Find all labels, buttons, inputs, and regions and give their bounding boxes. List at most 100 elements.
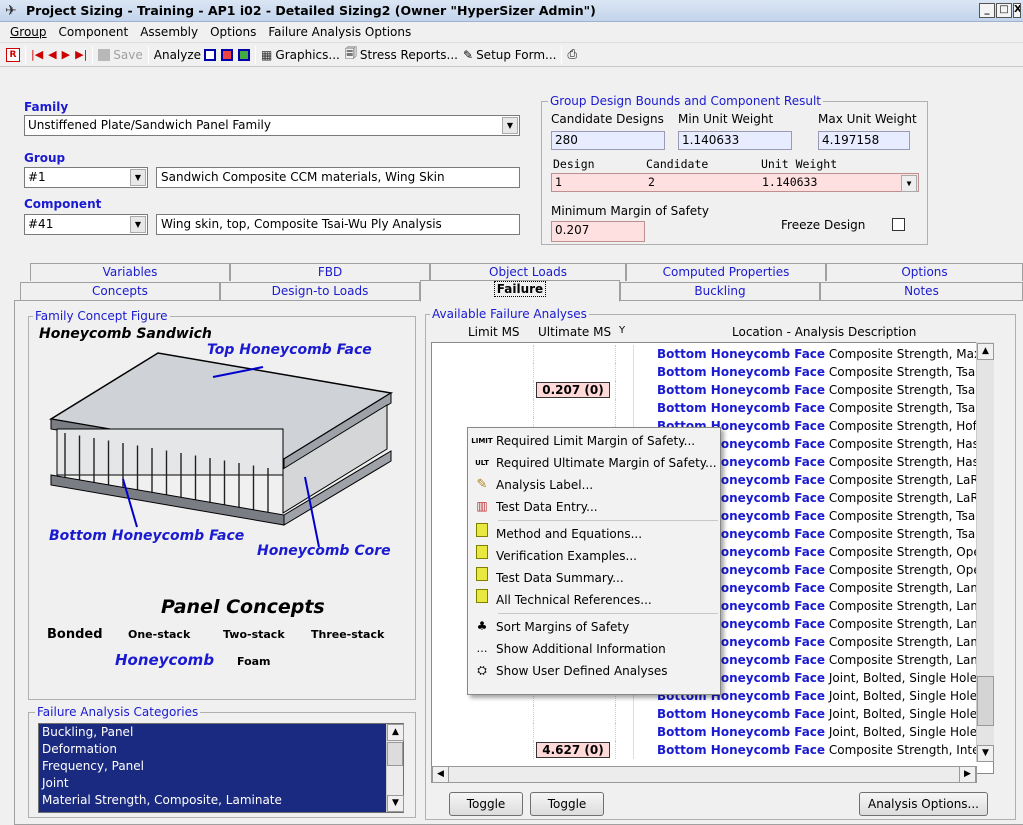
ultimate-ms-cell[interactable]: 4.627 (0) bbox=[534, 741, 616, 759]
limit-ms-header[interactable]: Limit MS bbox=[468, 325, 520, 339]
row-checkbox[interactable] bbox=[616, 705, 634, 723]
context-menu-item[interactable]: Test Data Summary... bbox=[468, 566, 720, 589]
context-menu-item[interactable]: Method and Equations... bbox=[468, 522, 720, 545]
location-cell[interactable]: Bottom Honeycomb Face Composite Strength… bbox=[657, 741, 993, 759]
limit-ms-cell[interactable] bbox=[452, 363, 534, 381]
filter-icon[interactable]: Y bbox=[619, 325, 625, 336]
ultimate-ms-cell[interactable] bbox=[534, 345, 616, 363]
report-icon[interactable]: R bbox=[6, 47, 20, 62]
analyses-scrollbar[interactable]: ▲ ▼ bbox=[976, 342, 994, 762]
scroll-down-icon[interactable]: ▼ bbox=[977, 745, 994, 762]
next-record-icon[interactable]: ▶ bbox=[62, 48, 70, 61]
table-row[interactable]: 0.207 (0) Bottom Honeycomb Face Composite… bbox=[452, 381, 993, 399]
location-cell[interactable]: Bottom Honeycomb Face Composite Strength… bbox=[657, 381, 993, 399]
ultimate-ms-cell[interactable] bbox=[534, 705, 616, 723]
tab-fbd[interactable]: FBD bbox=[230, 263, 430, 281]
tab-variables[interactable]: Variables bbox=[30, 263, 230, 281]
location-cell[interactable]: Bottom Honeycomb Face Joint, Bolted, Sin… bbox=[657, 705, 993, 723]
scroll-thumb[interactable] bbox=[977, 676, 994, 726]
toggle-ultimate-button[interactable]: Toggle bbox=[530, 792, 604, 816]
analyze-button[interactable]: Analyze bbox=[154, 48, 217, 62]
stress-reports-button[interactable]: 🗐 Stress Reports... bbox=[345, 44, 458, 65]
component-description-field[interactable]: Wing skin, top, Composite Tsai-Wu Ply An… bbox=[156, 214, 520, 235]
row-checkbox[interactable] bbox=[616, 741, 634, 759]
close-button[interactable]: X bbox=[1013, 3, 1021, 18]
ultimate-ms-cell[interactable] bbox=[534, 723, 616, 741]
chevron-down-icon[interactable]: ▼ bbox=[502, 117, 518, 134]
limit-ms-cell[interactable] bbox=[452, 741, 534, 759]
limit-ms-cell[interactable] bbox=[452, 723, 534, 741]
list-item[interactable]: Deformation bbox=[39, 741, 403, 758]
tab-buckling[interactable]: Buckling bbox=[620, 282, 820, 300]
print-icon[interactable]: ⎙ bbox=[567, 47, 577, 62]
scroll-thumb[interactable] bbox=[387, 742, 403, 766]
list-item[interactable]: Frequency, Panel bbox=[39, 758, 403, 775]
context-menu-item[interactable]: LIMIT Required Limit Margin of Safety... bbox=[468, 430, 720, 452]
minimize-button[interactable]: _ bbox=[979, 3, 995, 18]
tab-failure[interactable]: Failure bbox=[420, 280, 620, 302]
window-title-bar[interactable]: ✈ Project Sizing - Training - AP1 i02 - … bbox=[0, 0, 1023, 22]
limit-ms-cell[interactable] bbox=[452, 705, 534, 723]
context-menu-item[interactable]: ULT Required Ultimate Margin of Safety... bbox=[468, 452, 720, 474]
menu-assembly[interactable]: Assembly bbox=[140, 25, 198, 39]
location-cell[interactable]: Bottom Honeycomb Face Composite Strength… bbox=[657, 363, 993, 381]
save-button[interactable]: Save bbox=[98, 48, 143, 62]
row-checkbox[interactable] bbox=[616, 345, 634, 363]
table-row[interactable]: Bottom Honeycomb Face Joint, Bolted, Sin… bbox=[452, 723, 993, 741]
context-menu-item[interactable]: All Technical References... bbox=[468, 588, 720, 611]
ultimate-ms-header[interactable]: Ultimate MS bbox=[538, 325, 611, 339]
context-menu-item[interactable]: ▥ Test Data Entry... bbox=[468, 496, 720, 518]
location-cell[interactable]: Bottom Honeycomb Face Joint, Bolted, Sin… bbox=[657, 723, 993, 741]
tab-options[interactable]: Options bbox=[826, 263, 1023, 281]
menu-options[interactable]: Options bbox=[210, 25, 256, 39]
analyses-hscrollbar[interactable]: ◀ ▶ bbox=[431, 766, 977, 783]
list-item[interactable]: Buckling, Panel bbox=[39, 724, 403, 741]
row-checkbox[interactable] bbox=[616, 723, 634, 741]
context-menu-item[interactable]: ⛭ Show User Defined Analyses bbox=[468, 660, 720, 682]
maximize-button[interactable]: □ bbox=[996, 3, 1012, 18]
list-item[interactable]: Joint bbox=[39, 775, 403, 792]
component-dropdown[interactable]: #41 ▼ bbox=[24, 214, 148, 235]
scroll-down-icon[interactable]: ▼ bbox=[387, 795, 404, 812]
failure-categories-list[interactable]: Buckling, Panel Deformation Frequency, P… bbox=[38, 723, 404, 813]
location-cell[interactable]: Bottom Honeycomb Face Composite Strength… bbox=[657, 345, 993, 363]
toggle-limit-button[interactable]: Toggle bbox=[449, 792, 523, 816]
grid-green-icon[interactable] bbox=[238, 48, 251, 61]
first-record-icon[interactable]: |◀ bbox=[31, 48, 43, 61]
context-menu-item[interactable]: ✎ Analysis Label... bbox=[468, 474, 720, 496]
scroll-left-icon[interactable]: ◀ bbox=[432, 766, 449, 783]
group-description-field[interactable]: Sandwich Composite CCM materials, Wing S… bbox=[156, 167, 520, 188]
row-checkbox[interactable] bbox=[616, 399, 634, 417]
menu-failure-analysis-options[interactable]: Failure Analysis Options bbox=[268, 25, 411, 39]
freeze-design-checkbox[interactable] bbox=[892, 218, 905, 231]
scroll-right-icon[interactable]: ▶ bbox=[959, 766, 976, 783]
list-item[interactable]: Material Strength, Composite, Laminate bbox=[39, 792, 403, 809]
location-header[interactable]: Location - Analysis Description bbox=[732, 325, 916, 339]
location-cell[interactable]: Bottom Honeycomb Face Composite Strength… bbox=[657, 399, 993, 417]
tab-design-to-loads[interactable]: Design-to Loads bbox=[220, 282, 420, 300]
row-checkbox[interactable] bbox=[616, 363, 634, 381]
analysis-options-button[interactable]: Analysis Options... bbox=[859, 792, 988, 816]
grid-red-icon[interactable] bbox=[221, 48, 234, 61]
chevron-down-icon[interactable]: ▼ bbox=[130, 216, 146, 233]
menu-group[interactable]: Group bbox=[10, 25, 47, 39]
group-dropdown[interactable]: #1 ▼ bbox=[24, 167, 148, 188]
table-row[interactable]: 4.627 (0) Bottom Honeycomb Face Composite… bbox=[452, 741, 993, 759]
chevron-down-icon[interactable]: ▼ bbox=[901, 175, 917, 192]
design-result-dropdown[interactable]: 1 2 1.140633 ▼ bbox=[551, 173, 919, 192]
context-menu-item[interactable]: Verification Examples... bbox=[468, 544, 720, 567]
ultimate-ms-cell[interactable] bbox=[534, 399, 616, 417]
previous-record-icon[interactable]: ◀ bbox=[48, 48, 56, 61]
graphics-button[interactable]: ▦ Graphics... bbox=[261, 48, 340, 62]
menu-component[interactable]: Component bbox=[59, 25, 129, 39]
chevron-down-icon[interactable]: ▼ bbox=[130, 169, 146, 186]
last-record-icon[interactable]: ▶| bbox=[75, 48, 87, 61]
limit-ms-cell[interactable] bbox=[452, 381, 534, 399]
setup-form-button[interactable]: ✎ Setup Form... bbox=[463, 48, 556, 62]
scroll-up-icon[interactable]: ▲ bbox=[977, 343, 994, 360]
limit-ms-cell[interactable] bbox=[452, 345, 534, 363]
scroll-up-icon[interactable]: ▲ bbox=[387, 724, 404, 741]
tab-computed-properties[interactable]: Computed Properties bbox=[626, 263, 826, 281]
categories-scrollbar[interactable]: ▲ ▼ bbox=[386, 724, 404, 812]
tab-object-loads[interactable]: Object Loads bbox=[430, 263, 626, 281]
